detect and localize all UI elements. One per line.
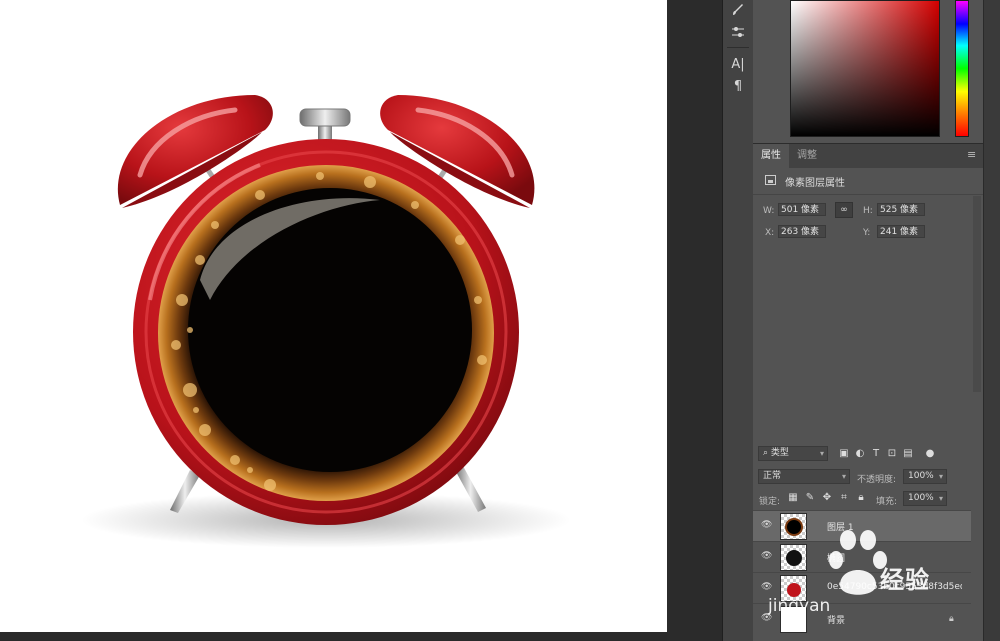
visibility-eye-icon[interactable]: 👁︎ xyxy=(761,520,773,530)
visibility-eye-icon[interactable]: 👁︎ xyxy=(761,582,773,592)
lock-all-icon[interactable]: 🔒︎ xyxy=(855,492,867,504)
canvas-status-bar xyxy=(0,632,667,641)
layer-row[interactable]: 👁︎ 图层 1 xyxy=(753,510,971,542)
watermark-label: 经验 xyxy=(880,566,930,594)
filter-shape-icon[interactable]: ⊡ xyxy=(886,448,898,460)
fill-field[interactable]: 100% ▾ xyxy=(903,491,947,506)
filter-value: 类型 xyxy=(770,448,789,458)
blend-mode-select[interactable]: 正常 ▾ xyxy=(758,469,850,484)
fill-value: 100% xyxy=(908,493,934,503)
properties-header: 像素图层属性 xyxy=(753,168,983,195)
character-icon[interactable]: A| xyxy=(728,56,748,74)
search-icon: ⌕ xyxy=(763,448,771,458)
layer-name: 背景 xyxy=(827,616,846,626)
blend-mode-value: 正常 xyxy=(763,471,782,481)
watermark-sub: jingyan xyxy=(768,596,831,616)
opacity-label: 不透明度: xyxy=(857,475,897,485)
tab-properties[interactable]: 属性 xyxy=(753,144,789,168)
chevron-down-icon: ▾ xyxy=(938,472,943,481)
lock-label: 锁定: xyxy=(759,497,781,507)
chevron-down-icon: ▾ xyxy=(819,449,824,458)
layer-thumbnail xyxy=(780,513,807,540)
properties-title: 像素图层属性 xyxy=(785,178,845,189)
brush-icon[interactable] xyxy=(728,2,748,20)
y-field[interactable]: 241 像素 xyxy=(877,225,925,238)
color-saturation-field[interactable] xyxy=(790,0,940,137)
filter-adjustment-icon[interactable]: ◐ xyxy=(854,448,866,460)
layer-row[interactable]: 👁︎ 椭圆 xyxy=(753,541,971,573)
lock-image-icon[interactable]: ✎ xyxy=(804,492,816,504)
properties-tabbar: 属性 调整 ≡ xyxy=(753,143,983,169)
panel-icon-strip: A| ¶ xyxy=(722,0,753,641)
opacity-value: 100% xyxy=(908,471,934,481)
properties-panel: 像素图层属性 W: 501 像素 ∞ H: 525 像素 X: 263 像素 Y… xyxy=(753,168,983,416)
layer-filter-select[interactable]: ⌕ 类型 ▾ xyxy=(758,446,828,461)
filter-pixel-icon[interactable]: ▣ xyxy=(838,448,850,460)
filter-smart-object-icon[interactable]: ▤ xyxy=(902,448,914,460)
tab-adjustments[interactable]: 调整 xyxy=(789,144,825,168)
pixel-layer-icon xyxy=(765,175,776,185)
paragraph-icon[interactable]: ¶ xyxy=(728,78,748,96)
lock-artboard-icon[interactable]: ⌗ xyxy=(838,492,850,504)
watermark-text: 经验 xyxy=(880,560,930,595)
y-label: Y: xyxy=(863,228,871,238)
adjust-sliders-icon[interactable] xyxy=(728,24,748,42)
lock-transparent-icon[interactable]: ▦ xyxy=(787,492,799,504)
w-label: W: xyxy=(763,206,775,216)
right-panels: 属性 调整 ≡ 像素图层属性 W: 501 像素 ∞ H: 525 像素 X: … xyxy=(753,0,983,641)
chevron-down-icon: ▾ xyxy=(841,472,846,481)
height-field[interactable]: 525 像素 xyxy=(877,203,925,216)
lock-position-icon[interactable]: ✥ xyxy=(821,492,833,504)
link-icon[interactable]: ∞ xyxy=(835,202,853,218)
layer-name: 图层 1 xyxy=(827,523,854,533)
filter-type-icon[interactable]: T xyxy=(870,448,882,460)
h-label: H: xyxy=(863,206,873,216)
panel-menu-icon[interactable]: ≡ xyxy=(967,148,977,162)
filter-toggle-icon[interactable]: ● xyxy=(924,448,936,460)
tool-separator xyxy=(727,47,749,48)
fill-label: 填充: xyxy=(876,497,898,507)
x-field[interactable]: 263 像素 xyxy=(778,225,826,238)
visibility-eye-icon[interactable]: 👁︎ xyxy=(761,551,773,561)
opacity-field[interactable]: 100% ▾ xyxy=(903,469,947,484)
layer-thumbnail xyxy=(780,544,807,571)
color-panel xyxy=(753,0,983,143)
chevron-down-icon: ▾ xyxy=(938,494,943,503)
document-canvas[interactable] xyxy=(0,0,667,641)
alarm-clock-coffee-artwork xyxy=(81,95,571,548)
x-label: X: xyxy=(765,228,775,238)
properties-scrollbar[interactable] xyxy=(973,196,981,392)
width-field[interactable]: 501 像素 xyxy=(778,203,826,216)
panel-dock-edge xyxy=(983,0,1000,641)
hue-slider[interactable] xyxy=(955,0,969,137)
lock-icon: 🔒︎ xyxy=(949,614,954,624)
canvas-gutter xyxy=(667,0,722,641)
